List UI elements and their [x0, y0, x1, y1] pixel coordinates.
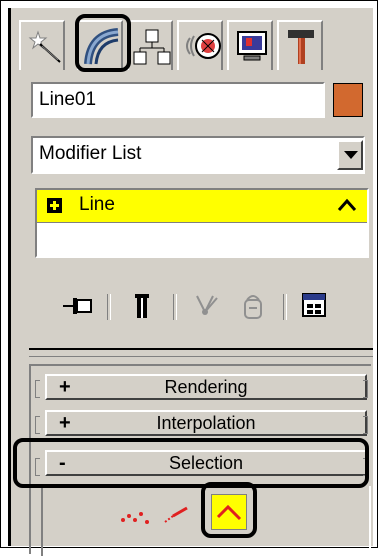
rollout-bracket: [35, 416, 40, 434]
pin-stack-icon[interactable]: [61, 288, 97, 324]
rollout-bracket: [35, 380, 40, 398]
rollout-selection[interactable]: Selection -: [45, 450, 367, 476]
display-monitor-icon: [237, 31, 267, 61]
stack-divider: [37, 222, 367, 223]
rollout-bracket: [363, 380, 368, 398]
vertex-selection-icon[interactable]: [119, 502, 159, 528]
rollout-title: Interpolation: [156, 413, 256, 433]
expand-plus-icon[interactable]: [47, 198, 62, 213]
rollout-rendering[interactable]: Rendering +: [45, 374, 367, 400]
rollout-area: Rendering + Interpolation + Selection -: [29, 364, 371, 556]
spline-selection-button[interactable]: [211, 494, 247, 530]
modifier-stack: Line: [35, 188, 369, 258]
tab-hierarchy[interactable]: [127, 20, 173, 70]
show-end-result-icon[interactable]: [125, 288, 161, 324]
selection-rollout-body: [41, 486, 371, 556]
tab-modify[interactable]: [77, 20, 123, 70]
stack-item-label: Line: [79, 194, 115, 215]
expand-sign: +: [59, 376, 71, 398]
tab-utilities[interactable]: [277, 20, 323, 70]
panel-divider-shadow: [29, 356, 373, 357]
tab-create[interactable]: [19, 20, 65, 70]
tab-display[interactable]: [227, 20, 273, 70]
collapse-sign: -: [59, 452, 66, 474]
caret-up-icon[interactable]: [337, 198, 357, 212]
stack-toolbar: [61, 288, 371, 328]
modifier-list-label: Modifier List: [39, 143, 142, 164]
toolbar-separator: [173, 294, 177, 320]
modify-arc-icon: [84, 28, 119, 65]
rollout-bracket: [35, 458, 40, 476]
panel-divider: [29, 348, 373, 350]
make-unique-icon[interactable]: [191, 288, 227, 324]
rollout-title: Rendering: [164, 377, 248, 397]
utilities-hammer-icon: [288, 30, 314, 64]
configure-modifier-sets-icon[interactable]: [297, 288, 333, 324]
segment-selection-icon[interactable]: [163, 504, 193, 528]
expand-sign: +: [59, 412, 71, 434]
rollout-bracket: [363, 458, 368, 476]
rollout-title: Selection: [168, 453, 244, 473]
command-panel: Line01 Modifier List Line Rendering + In…: [8, 8, 373, 556]
create-star-icon: [28, 30, 61, 63]
chevron-down-icon: [344, 151, 358, 159]
object-color-swatch[interactable]: [333, 83, 363, 117]
rollout-interpolation[interactable]: Interpolation +: [45, 410, 367, 436]
command-panel-tabs: [19, 12, 373, 80]
spline-selection-icon: [216, 504, 242, 521]
tab-motion[interactable]: [177, 20, 223, 70]
rollout-bracket: [363, 416, 368, 434]
hierarchy-icon: [133, 29, 171, 65]
modifier-list-dropdown[interactable]: Modifier List: [31, 136, 365, 174]
motion-wheel-icon: [186, 33, 221, 59]
modifier-list-arrow-button[interactable]: [337, 140, 363, 170]
toolbar-separator: [283, 294, 287, 320]
object-name-field[interactable]: Line01: [31, 82, 325, 118]
toolbar-separator: [107, 294, 111, 320]
stack-item-line[interactable]: Line: [37, 190, 367, 222]
remove-modifier-icon[interactable]: [237, 288, 273, 324]
